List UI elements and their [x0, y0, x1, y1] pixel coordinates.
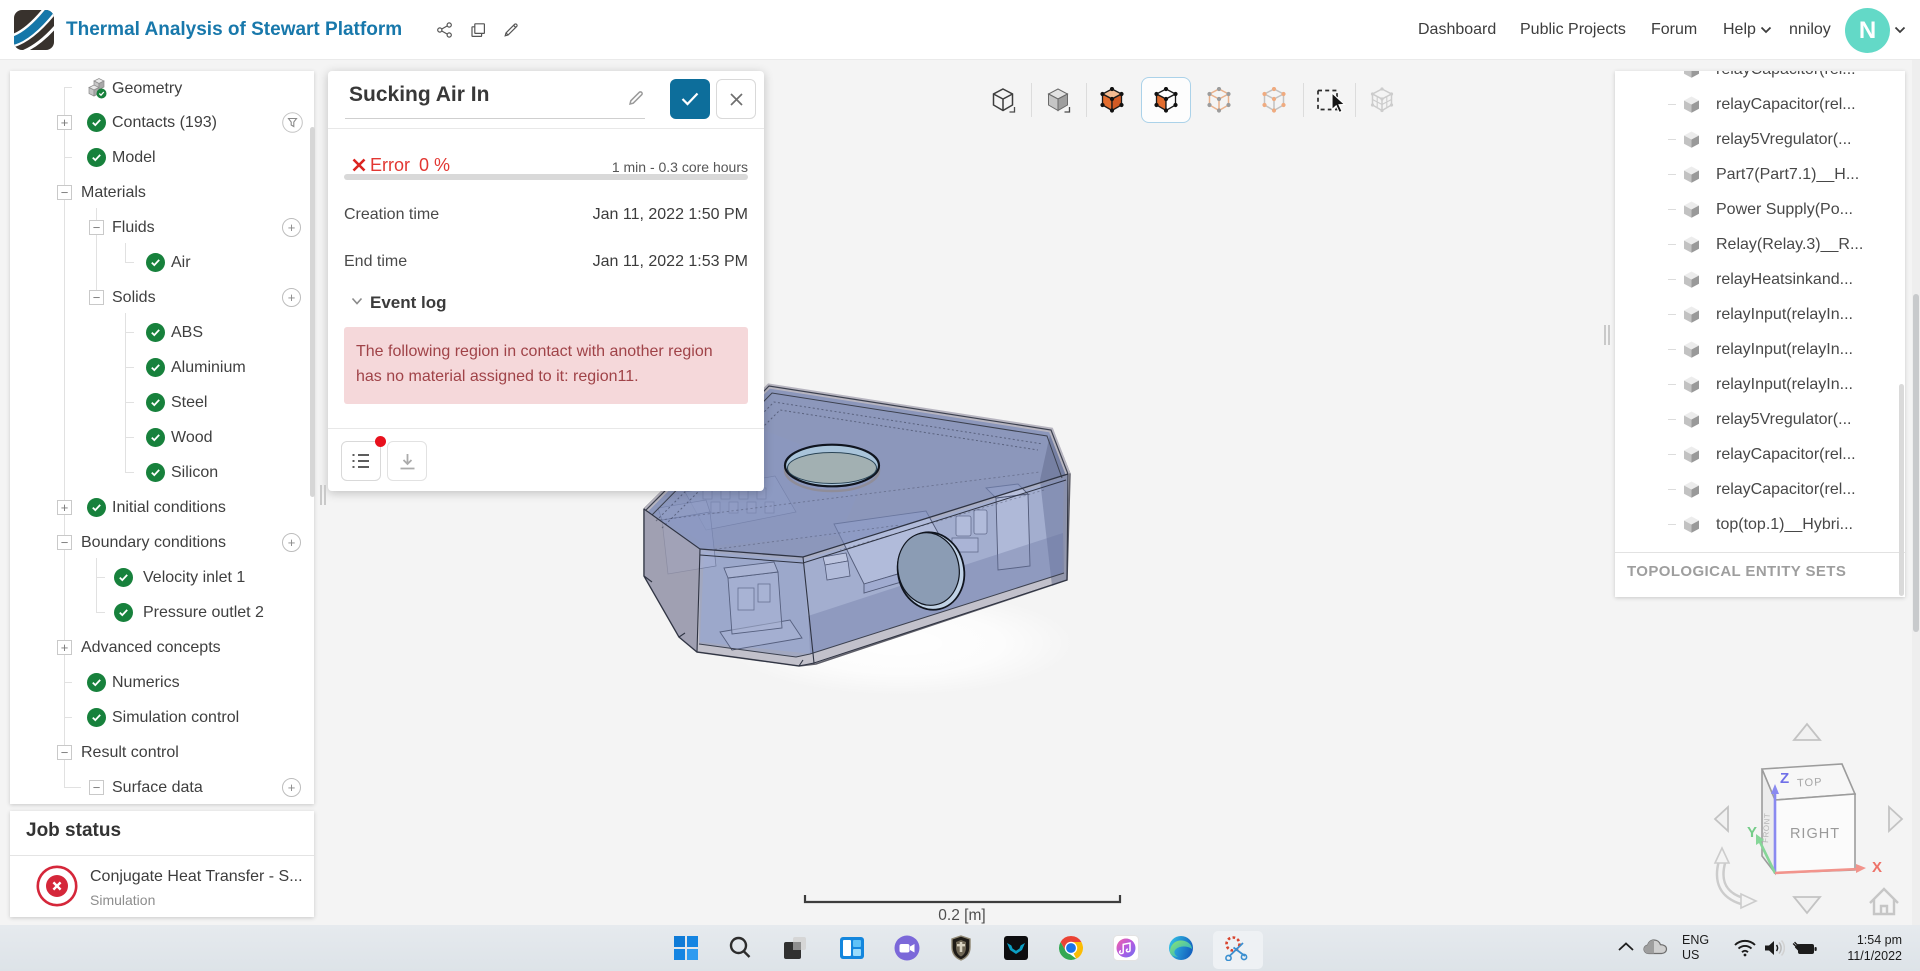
svg-text:TOP: TOP	[1797, 776, 1823, 789]
svg-text:Z: Z	[1780, 770, 1789, 787]
svg-text:Y: Y	[1747, 824, 1757, 841]
svg-text:X: X	[1872, 859, 1882, 876]
svg-text:RIGHT: RIGHT	[1790, 826, 1840, 842]
